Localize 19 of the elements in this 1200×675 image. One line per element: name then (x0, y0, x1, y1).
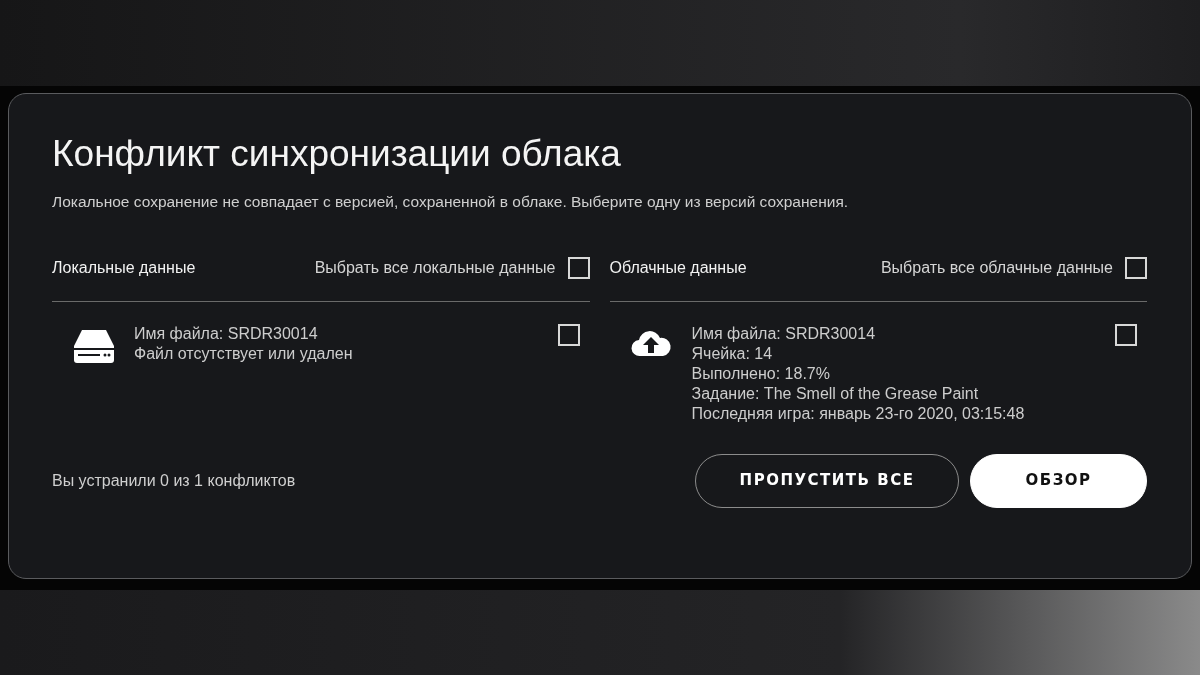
select-all-checkbox[interactable] (1125, 256, 1147, 279)
review-button[interactable]: ОБЗОР (970, 453, 1147, 508)
file-detail: Выполнено: 18.7% (691, 363, 831, 384)
column-heading: Облачные данные (609, 257, 748, 278)
file-detail: Последняя игра: январь 23-го 2020, 03:15:48 (691, 403, 1026, 424)
file-detail: Ячейка: 14 (691, 343, 774, 364)
file-detail: Имя файла: SRDR30014 (691, 323, 877, 344)
file-detail: Задание: The Smell of the Grease Paint (691, 383, 980, 404)
file-detail: Имя файла: SRDR30014 (134, 323, 319, 344)
save-checkbox[interactable] (557, 323, 580, 346)
save-checkbox[interactable] (1115, 323, 1137, 346)
file-detail: Файл отсутствует или удален (134, 343, 354, 364)
column-heading: Локальные данные (52, 257, 197, 278)
select-all-label: Выбрать все локальные данные (314, 257, 556, 278)
select-all-checkbox[interactable] (567, 256, 590, 279)
dialog-description: Локальное сохранение не совпадает с версией, сохраненной в облаке. Выберите одну из версий сохранения. (52, 192, 850, 213)
dialog-title: Конфликт синхронизации облака (52, 132, 622, 176)
select-all-label: Выбрать все облачные данные (880, 257, 1113, 278)
conflict-status: Вы устранили 0 из 1 конфликтов (52, 470, 297, 491)
